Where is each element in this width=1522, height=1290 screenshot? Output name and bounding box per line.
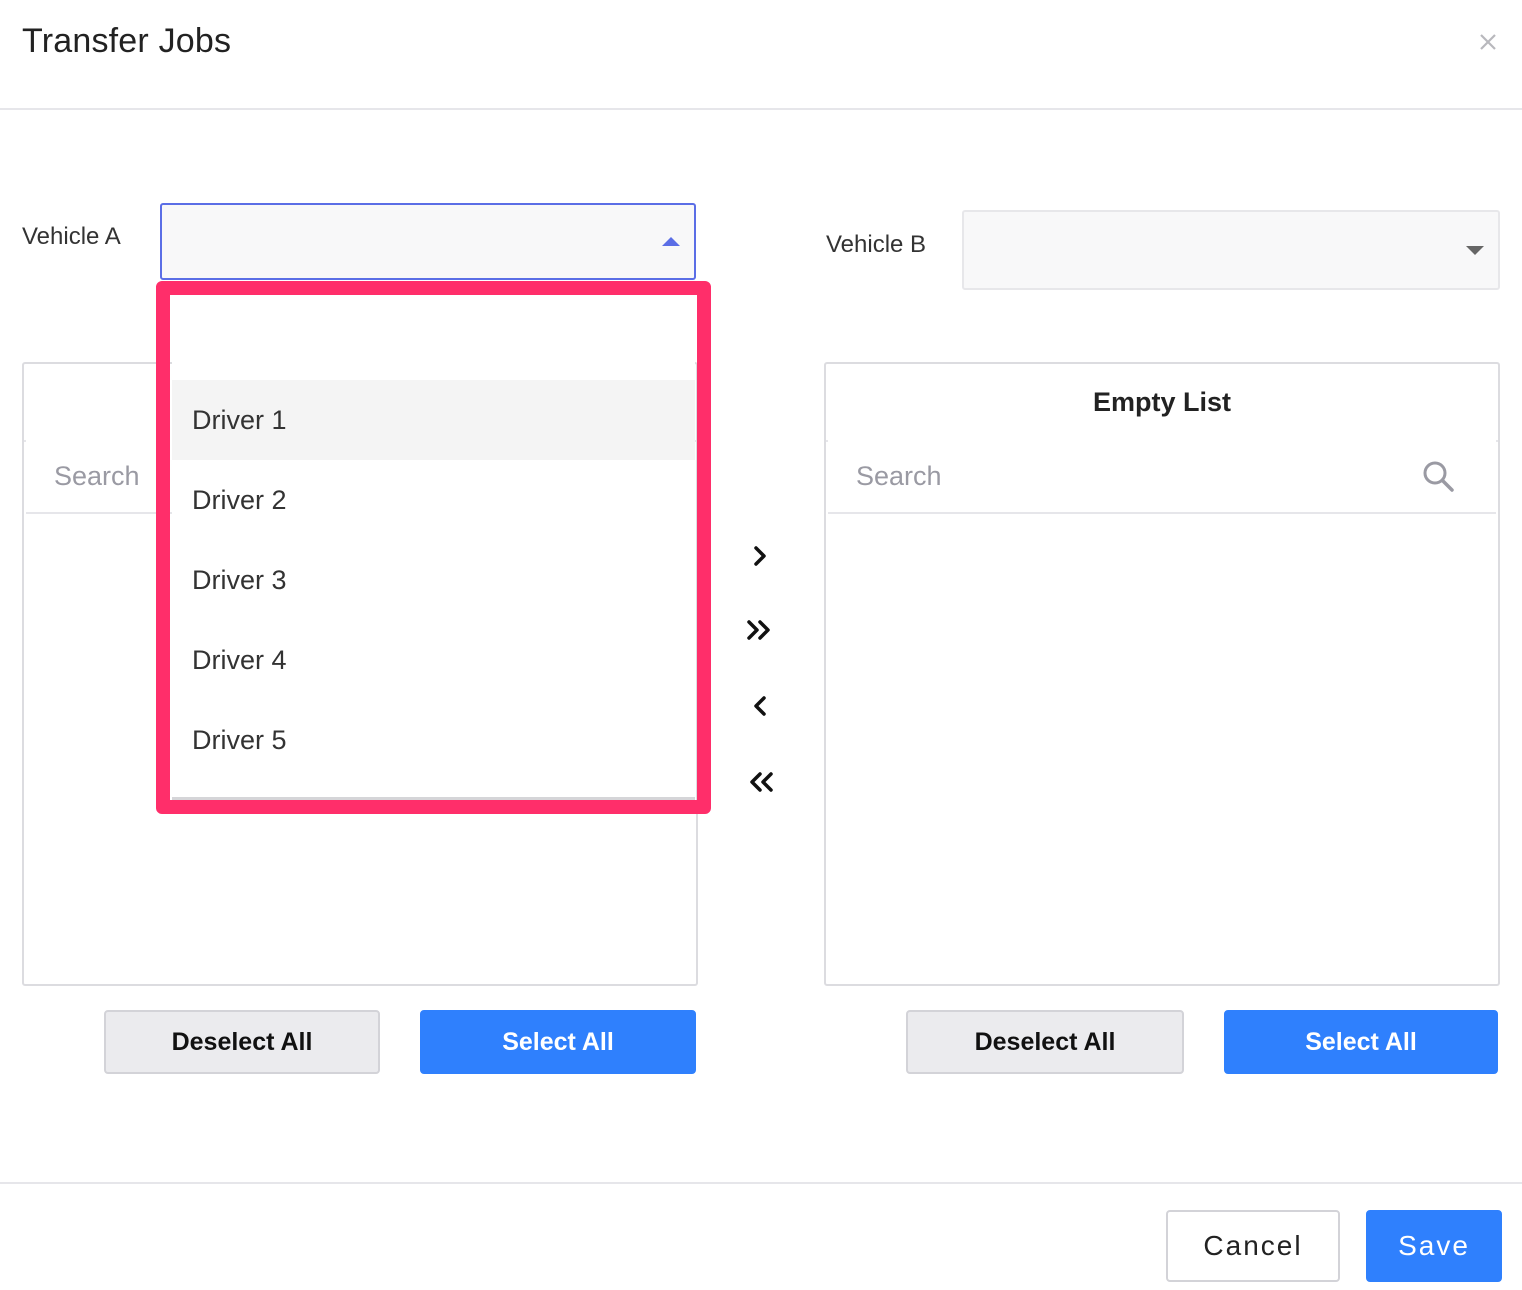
save-button[interactable]: Save — [1366, 1210, 1502, 1282]
left-deselect-all-button[interactable]: Deselect All — [104, 1010, 380, 1074]
move-all-left-button[interactable] — [740, 762, 780, 802]
move-all-right-button[interactable] — [740, 610, 780, 650]
chevron-left-icon — [754, 696, 766, 716]
caret-down-icon — [1466, 246, 1484, 255]
move-left-button[interactable] — [740, 686, 780, 726]
right-list-header: Empty List — [826, 364, 1498, 442]
move-right-button[interactable] — [740, 536, 780, 576]
dialog-title: Transfer Jobs — [22, 22, 232, 60]
right-select-all-button[interactable]: Select All — [1224, 1010, 1498, 1074]
caret-up-icon — [662, 237, 680, 246]
search-icon — [1423, 461, 1454, 492]
vehicle-a-select[interactable] — [160, 203, 696, 280]
close-button[interactable] — [1470, 24, 1506, 60]
double-chevron-right-icon — [747, 620, 770, 640]
chevron-right-icon — [754, 546, 766, 566]
cancel-button[interactable]: Cancel — [1166, 1210, 1340, 1282]
close-icon — [1480, 34, 1496, 50]
vehicle-b-label: Vehicle B — [826, 231, 927, 258]
dropdown-highlight-box — [156, 281, 711, 814]
vehicle-a-label: Vehicle A — [22, 223, 121, 250]
header-divider — [0, 108, 1522, 110]
right-deselect-all-button[interactable]: Deselect All — [906, 1010, 1184, 1074]
right-search-row — [828, 440, 1496, 514]
right-search-input[interactable] — [854, 440, 1378, 512]
right-list-panel: Empty List — [824, 362, 1500, 986]
left-select-all-button[interactable]: Select All — [420, 1010, 696, 1074]
footer-divider — [0, 1182, 1522, 1184]
vehicle-b-select[interactable] — [962, 210, 1500, 290]
double-chevron-left-icon — [750, 772, 773, 792]
